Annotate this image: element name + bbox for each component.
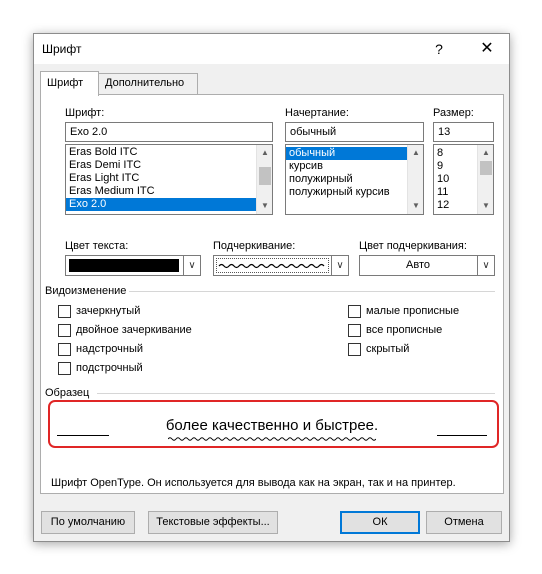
underline-color-value: Авто <box>406 259 430 271</box>
chevron-down-icon[interactable]: ∨ <box>183 256 200 275</box>
font-color-dropdown[interactable]: ∨ <box>65 255 201 276</box>
preview-divider <box>97 393 495 394</box>
font-list-scrollbar[interactable]: ▲ ▼ <box>256 145 272 214</box>
scroll-down-icon[interactable]: ▼ <box>408 198 423 214</box>
cancel-button[interactable]: Отмена <box>426 511 502 534</box>
scroll-down-icon[interactable]: ▼ <box>478 198 493 214</box>
font-input[interactable]: Exo 2.0 <box>65 122 273 142</box>
style-input[interactable]: обычный <box>285 122 424 142</box>
wavy-underline-icon <box>218 263 325 269</box>
style-list-scrollbar[interactable]: ▲ ▼ <box>407 145 423 214</box>
list-item[interactable]: Eras Bold ITC <box>66 146 272 159</box>
size-list-scrollbar[interactable]: ▲ ▼ <box>477 145 493 214</box>
underline-style-dropdown[interactable]: ∨ <box>213 255 349 276</box>
effects-divider <box>129 291 495 292</box>
scroll-thumb[interactable] <box>480 161 492 175</box>
text-effects-button[interactable]: Текстовые эффекты... <box>148 511 278 534</box>
tab-advanced[interactable]: Дополнительно <box>98 73 198 95</box>
list-item[interactable]: Eras Light ITC <box>66 172 272 185</box>
size-label: Размер: <box>433 107 474 119</box>
size-list[interactable]: 8 9 10 11 12 ▲ ▼ <box>433 144 494 215</box>
list-item[interactable]: Eras Demi ITC <box>66 159 272 172</box>
close-icon[interactable]: ✕ <box>475 38 499 60</box>
set-default-button[interactable]: По умолчанию <box>41 511 135 534</box>
chevron-down-icon[interactable]: ∨ <box>477 256 494 275</box>
list-item[interactable]: Eras Medium ITC <box>66 185 272 198</box>
preview-highlight-frame <box>48 400 499 448</box>
scroll-thumb[interactable] <box>259 167 271 185</box>
ok-button[interactable]: ОК <box>340 511 420 534</box>
title-bar: Шрифт ? ✕ <box>34 34 509 64</box>
list-item[interactable]: полужирный <box>286 173 423 186</box>
font-description: Шрифт OpenType. Он используется для выво… <box>51 477 456 489</box>
size-input[interactable]: 13 <box>433 122 494 142</box>
font-color-swatch <box>69 259 179 272</box>
effects-group-label: Видоизменение <box>45 285 127 297</box>
scroll-up-icon[interactable]: ▲ <box>408 145 423 161</box>
help-icon[interactable]: ? <box>427 38 451 60</box>
font-color-label: Цвет текста: <box>65 240 129 252</box>
underline-style-label: Подчеркивание: <box>213 240 296 252</box>
list-item-selected[interactable]: обычный <box>286 147 407 160</box>
style-label: Начертание: <box>285 107 349 119</box>
font-dialog: Шрифт ? ✕ Шрифт Дополнительно Шрифт: Exo… <box>33 33 510 542</box>
scroll-up-icon[interactable]: ▲ <box>257 145 272 161</box>
list-item[interactable]: полужирный курсив <box>286 186 423 199</box>
font-label: Шрифт: <box>65 107 105 119</box>
list-item[interactable]: курсив <box>286 160 423 173</box>
scroll-down-icon[interactable]: ▼ <box>257 198 272 214</box>
tab-font[interactable]: Шрифт <box>40 71 99 96</box>
scroll-up-icon[interactable]: ▲ <box>478 145 493 161</box>
chevron-down-icon[interactable]: ∨ <box>331 256 348 275</box>
underline-color-label: Цвет подчеркивания: <box>359 240 467 252</box>
font-list[interactable]: Eras Bold ITC Eras Demi ITC Eras Light I… <box>65 144 273 215</box>
preview-group-label: Образец <box>45 387 90 399</box>
underline-color-dropdown[interactable]: Авто ∨ <box>359 255 495 276</box>
style-list[interactable]: обычный курсив полужирный полужирный кур… <box>285 144 424 215</box>
dialog-title: Шрифт <box>42 42 82 56</box>
list-item-selected[interactable]: Exo 2.0 <box>66 198 256 211</box>
